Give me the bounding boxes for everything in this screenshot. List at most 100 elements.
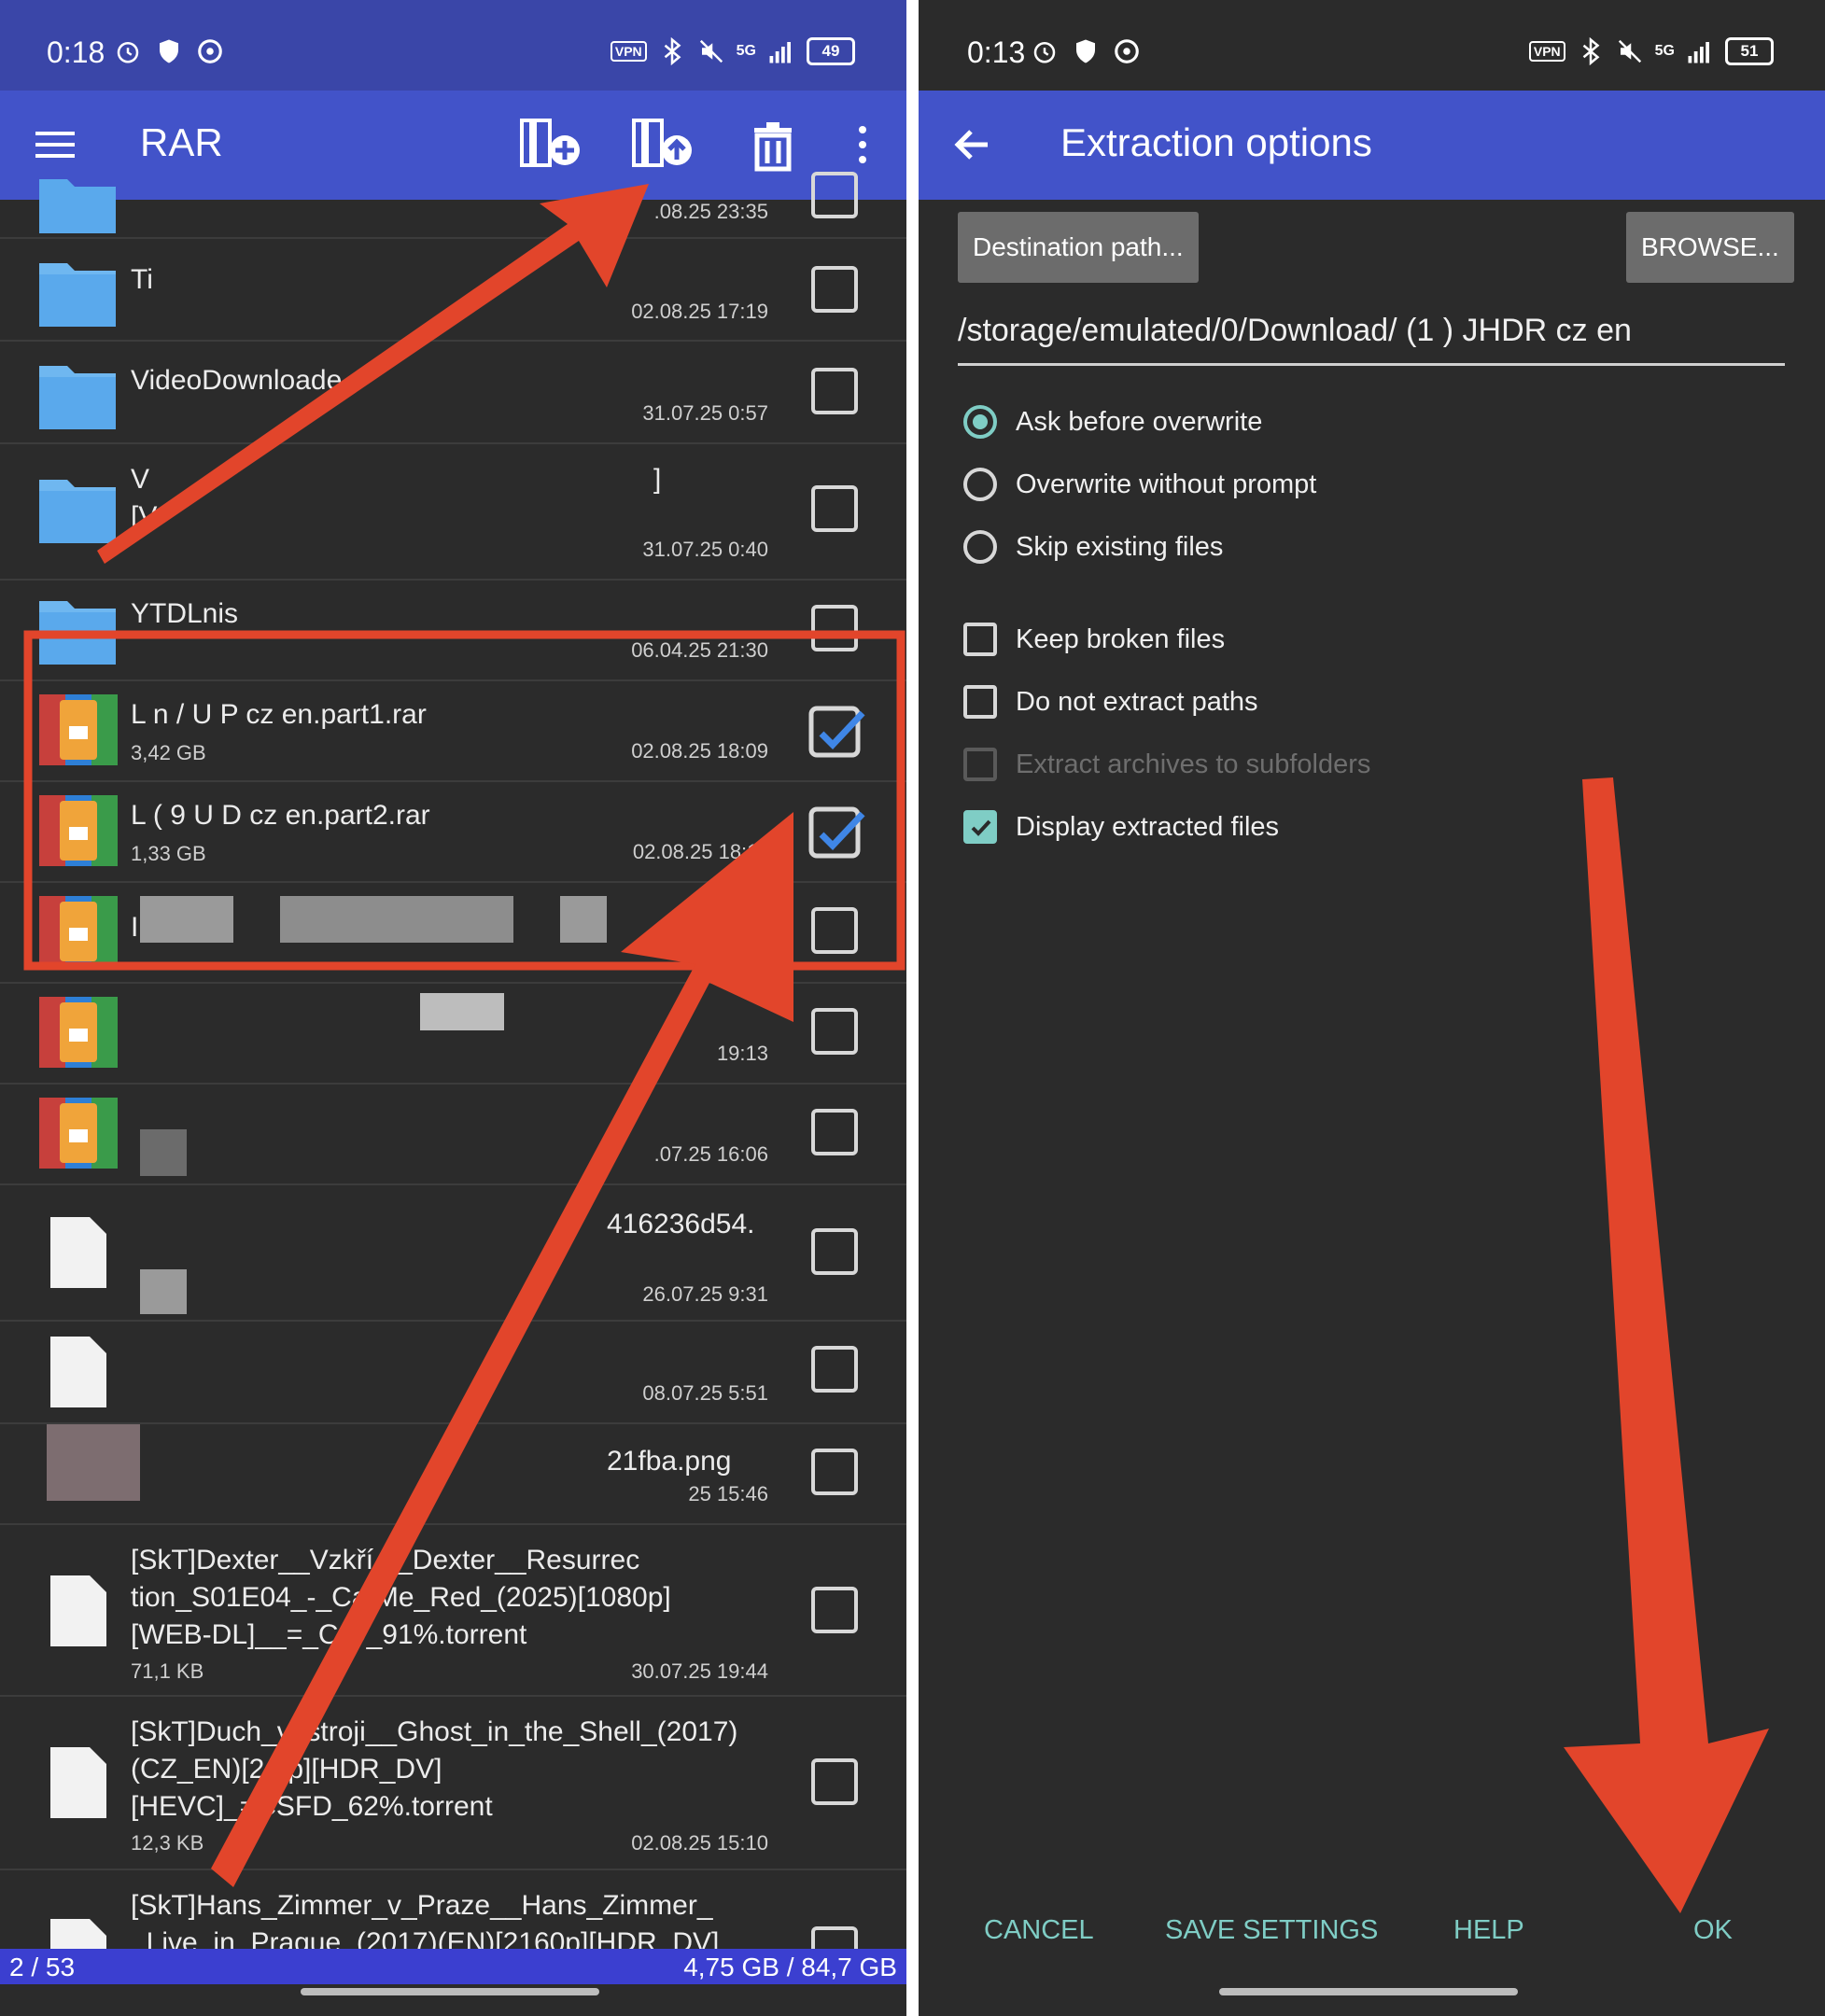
option-label: Display extracted files [1016, 811, 1280, 842]
checkbox-do-not-extract-paths[interactable]: Do not extract paths [963, 685, 1258, 719]
rar-archive-icon [39, 795, 118, 866]
torrent-file-icon [50, 1575, 106, 1646]
redacted-block [140, 1129, 187, 1176]
item-checkbox[interactable] [811, 605, 858, 651]
checkbox-checked[interactable] [963, 810, 997, 844]
vpn-icon: VPN [610, 41, 647, 62]
torrent-file-icon [50, 1747, 106, 1818]
bluetooth-icon [1582, 37, 1600, 65]
folder-icon [39, 263, 116, 327]
destination-path-button[interactable]: Destination path... [958, 212, 1199, 283]
radio-button[interactable] [963, 530, 997, 564]
app-bar: RAR [0, 91, 906, 200]
list-item[interactable]: 08.07.25 5:51 [0, 1322, 906, 1424]
menu-icon[interactable] [26, 115, 86, 175]
list-item[interactable]: .08.25 23:35 [0, 172, 906, 239]
home-indicator[interactable] [1219, 1988, 1518, 1995]
item-date: 02.08.25 18:11 [632, 840, 768, 863]
checkbox[interactable] [963, 685, 997, 719]
redacted-block [280, 896, 513, 943]
item-checkbox[interactable] [811, 1008, 858, 1055]
save-settings-button[interactable]: SAVE SETTINGS [1165, 1915, 1378, 1946]
check-icon [971, 819, 991, 836]
item-name-line2: (CZ_EN)[2 0p][HDR_DV] [131, 1754, 442, 1785]
cancel-button[interactable]: CANCEL [984, 1915, 1094, 1946]
item-checkbox[interactable] [811, 1587, 858, 1633]
list-item[interactable]: [SkT]Duch_v_stroji__Ghost_in_the_Shell_(… [0, 1697, 906, 1870]
radio-overwrite-without-prompt[interactable]: Overwrite without prompt [963, 468, 1316, 501]
item-checkbox[interactable] [811, 1346, 858, 1393]
add-to-archive-icon[interactable] [518, 115, 585, 175]
item-date: 02.08.25 15:10 [631, 1831, 768, 1855]
checkbox[interactable] [963, 623, 997, 656]
list-item[interactable]: 416236d54. 26.07.25 9:31 [0, 1185, 906, 1322]
more-options-icon[interactable] [840, 115, 885, 175]
item-name: Ti [131, 264, 153, 295]
item-date: 31.07.25 0:57 [642, 401, 768, 425]
list-item[interactable]: I [0, 883, 906, 984]
item-name: VideoDownloade [131, 365, 343, 396]
item-checkbox[interactable] [811, 266, 858, 313]
radio-button[interactable] [963, 468, 997, 501]
item-checkbox[interactable] [811, 1449, 858, 1495]
item-checkbox[interactable] [811, 1109, 858, 1155]
option-label: Keep broken files [1016, 623, 1226, 654]
rar-file-list-screen: 0:18 VPN 5G 49 RAR .08.25 23:35 Ti 02.08… [0, 0, 906, 2016]
status-time: 0:13 [967, 35, 1026, 69]
list-item[interactable]: L n / U P cz en.part1.rar 3,42 GB 02.08.… [0, 681, 906, 782]
option-label: Extract archives to subfolders [1016, 749, 1371, 779]
checkbox-keep-broken-files[interactable]: Keep broken files [963, 623, 1225, 656]
list-item[interactable]: YTDLnis 06.04.25 21:30 [0, 581, 906, 681]
list-item[interactable]: [SkT]Dexter__Vzkří __Dexter__Resurrec ti… [0, 1525, 906, 1697]
extract-from-archive-icon[interactable] [630, 115, 697, 175]
item-date: 19:13 [716, 1042, 768, 1065]
ok-button[interactable]: OK [1693, 1915, 1733, 1946]
list-item[interactable]: 19:13 [0, 984, 906, 1085]
app-title: RAR [140, 120, 223, 164]
item-checkbox[interactable] [811, 368, 858, 414]
destination-path-input[interactable]: /storage/emulated/0/Download/ (1 ) JHDR … [958, 313, 1785, 366]
item-checkbox[interactable] [811, 485, 858, 532]
item-checkbox[interactable] [811, 1758, 858, 1805]
item-checkbox-checked[interactable] [808, 806, 866, 861]
folder-icon [39, 601, 116, 665]
browse-button[interactable]: BROWSE... [1626, 212, 1794, 283]
redacted-block [140, 1269, 187, 1314]
list-item[interactable]: L ( 9 U D cz en.part2.rar 1,33 GB 02.08.… [0, 782, 906, 883]
item-name-line3: [HEVC]_=CSFD_62%.torrent [131, 1791, 493, 1822]
list-item[interactable]: VideoDownloade 31.07.25 0:57 [0, 342, 906, 444]
checkbox-display-extracted-files[interactable]: Display extracted files [963, 810, 1279, 844]
network-label: 5G [736, 43, 756, 59]
item-name: [SkT]Dexter__Vzkří __Dexter__Resurrec [131, 1545, 640, 1575]
radio-skip-existing-files[interactable]: Skip existing files [963, 530, 1223, 564]
item-checkbox[interactable] [811, 1228, 858, 1275]
list-item[interactable]: V [V ] 31.07.25 0:40 [0, 444, 906, 581]
selection-count: 2 / 53 [9, 1953, 76, 1981]
help-button[interactable]: HELP [1453, 1915, 1524, 1946]
shield-icon [1076, 39, 1095, 63]
app-bar: Extraction options [919, 91, 1825, 200]
alarm-icon [117, 42, 139, 63]
item-name-tail: ] [653, 464, 662, 495]
item-checkbox[interactable] [811, 172, 858, 218]
checkbox-disabled [963, 748, 997, 781]
list-item[interactable]: 21fba.png 25 15:46 [0, 1424, 906, 1525]
sync-icon [1115, 39, 1139, 63]
radio-button-selected[interactable] [963, 405, 997, 439]
radio-ask-before-overwrite[interactable]: Ask before overwrite [963, 405, 1262, 439]
delete-icon[interactable] [743, 115, 803, 175]
list-item[interactable]: [SkT]Hans_Zimmer_v_Praze__Hans_Zimmer_ _… [0, 1870, 906, 1973]
item-size: 1,33 GB [131, 842, 206, 865]
folder-icon [39, 366, 116, 429]
item-checkbox[interactable] [811, 907, 858, 954]
item-checkbox-checked[interactable] [808, 706, 866, 760]
list-item[interactable]: .07.25 16:06 [0, 1085, 906, 1185]
list-item[interactable]: Ti 02.08.25 17:19 [0, 239, 906, 342]
status-time: 0:18 [47, 35, 105, 69]
home-indicator[interactable] [301, 1988, 599, 1995]
item-date: 26.07.25 9:31 [642, 1282, 768, 1306]
item-name: 416236d54. [607, 1209, 755, 1239]
back-arrow-icon[interactable] [947, 119, 999, 171]
option-label: Ask before overwrite [1016, 406, 1263, 437]
selection-footer: 2 / 53 4,75 GB / 84,7 GB [0, 1949, 906, 1984]
